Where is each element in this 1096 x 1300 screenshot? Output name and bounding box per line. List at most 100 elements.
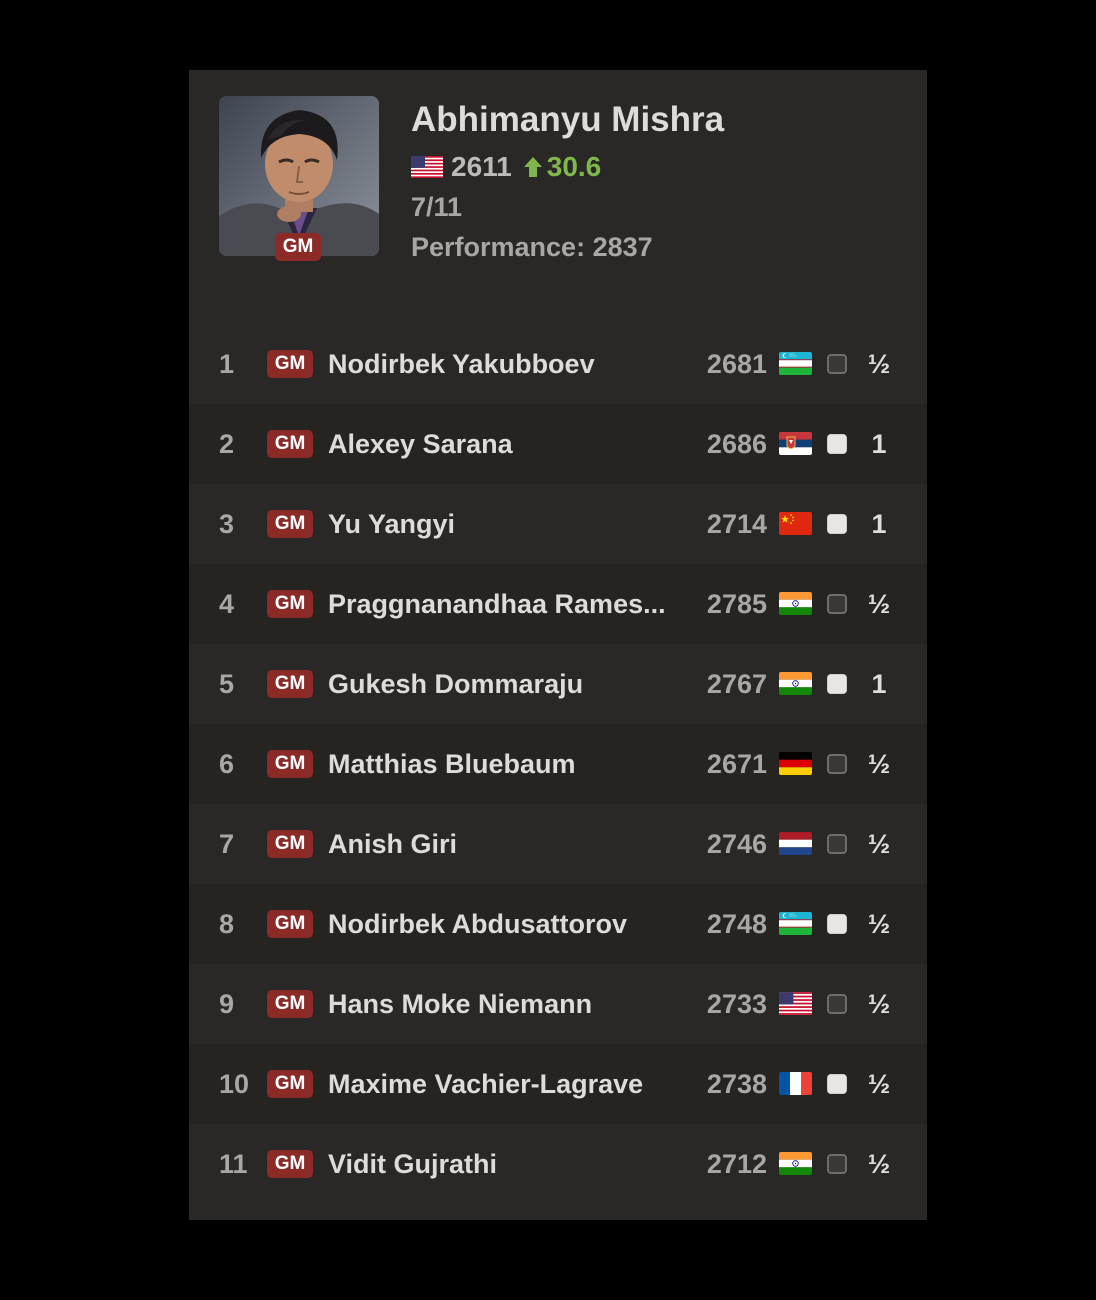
title-badge: GM — [267, 430, 313, 458]
title-badge: GM — [267, 910, 313, 938]
opponent-row[interactable]: 1 GM Nodirbek Yakubboev 2681 ½ — [189, 324, 927, 404]
round-number: 10 — [219, 1069, 250, 1099]
opponent-row[interactable]: 10 GM Maxime Vachier-Lagrave 2738 ½ — [189, 1044, 927, 1124]
serbia-flag-icon — [779, 432, 812, 455]
opponent-rating: 2746 — [706, 829, 767, 859]
opponent-row[interactable]: 2 GM Alexey Sarana 2686 1 — [189, 404, 927, 484]
round-number: 1 — [219, 349, 235, 379]
germany-flag-icon — [779, 752, 812, 775]
title-badge: GM — [267, 510, 313, 538]
opponent-name[interactable]: Anish Giri — [328, 804, 683, 884]
player-score: 7/11 — [411, 192, 463, 222]
title-badge: GM — [267, 590, 313, 618]
opponent-name[interactable]: Praggnanandhaa Rames... — [328, 564, 683, 644]
game-result[interactable]: ½ — [861, 564, 897, 644]
round-number: 8 — [219, 909, 235, 939]
player-performance: Performance: 2837 — [411, 232, 653, 262]
arrow-up-icon — [523, 157, 542, 177]
opponent-rating: 2785 — [706, 589, 767, 619]
opponent-name[interactable]: Matthias Bluebaum — [328, 724, 683, 804]
opponent-rating: 2767 — [706, 669, 767, 699]
round-number: 2 — [219, 429, 235, 459]
opponents-list: 1 GM Nodirbek Yakubboev 2681 ½ 2 GM Alexey Sara… — [189, 324, 927, 1204]
round-number: 6 — [219, 749, 235, 779]
white-pieces-icon — [827, 1074, 847, 1094]
black-pieces-icon — [827, 354, 847, 374]
opponent-rating: 2681 — [706, 349, 767, 379]
opponent-row[interactable]: 7 GM Anish Giri 2746 ½ — [189, 804, 927, 884]
black-pieces-icon — [827, 834, 847, 854]
opponent-name[interactable]: Alexey Sarana — [328, 404, 683, 484]
avatar[interactable] — [219, 96, 379, 256]
title-badge: GM — [267, 1070, 313, 1098]
player-results-card: GM Abhimanyu Mishra 2611 30.6 7/11 Perfo… — [189, 70, 927, 1220]
player-name[interactable]: Abhimanyu Mishra — [411, 100, 724, 140]
player-header: GM Abhimanyu Mishra 2611 30.6 7/11 Perfo… — [189, 70, 927, 340]
opponent-row[interactable]: 8 GM Nodirbek Abdusattorov 2748 ½ — [189, 884, 927, 964]
round-number: 9 — [219, 989, 235, 1019]
opponent-row[interactable]: 4 GM Praggnanandhaa Rames... 2785 ½ — [189, 564, 927, 644]
title-badge: GM — [267, 830, 313, 858]
opponent-row[interactable]: 6 GM Matthias Bluebaum 2671 ½ — [189, 724, 927, 804]
game-result[interactable]: ½ — [861, 1044, 897, 1124]
opponent-name[interactable]: Nodirbek Yakubboev — [328, 324, 683, 404]
title-badge: GM — [267, 350, 313, 378]
india-flag-icon — [779, 592, 812, 615]
opponent-rating: 2714 — [706, 509, 767, 539]
opponent-rating: 2686 — [706, 429, 767, 459]
round-number: 7 — [219, 829, 235, 859]
opponent-rating: 2748 — [706, 909, 767, 939]
opponent-name[interactable]: Vidit Gujrathi — [328, 1124, 683, 1204]
opponent-row[interactable]: 5 GM Gukesh Dommaraju 2767 1 — [189, 644, 927, 724]
title-badge: GM — [267, 670, 313, 698]
us-flag-icon — [411, 156, 443, 178]
white-pieces-icon — [827, 914, 847, 934]
round-number: 5 — [219, 669, 235, 699]
game-result[interactable]: 1 — [861, 644, 897, 724]
rating-change: 30.6 — [522, 151, 602, 183]
china-flag-icon — [779, 512, 812, 535]
opponent-name[interactable]: Gukesh Dommaraju — [328, 644, 683, 724]
india-flag-icon — [779, 1152, 812, 1175]
player-rating: 2611 — [451, 151, 512, 182]
opponent-name[interactable]: Hans Moke Niemann — [328, 964, 683, 1044]
white-pieces-icon — [827, 674, 847, 694]
opponent-rating: 2712 — [706, 1149, 767, 1179]
rating-change-value: 30.6 — [546, 151, 602, 182]
opponent-rating: 2738 — [706, 1069, 767, 1099]
opponent-name[interactable]: Maxime Vachier-Lagrave — [328, 1044, 683, 1124]
opponent-name[interactable]: Yu Yangyi — [328, 484, 683, 564]
opponent-rating: 2671 — [706, 749, 767, 779]
game-result[interactable]: ½ — [861, 804, 897, 884]
avatar-photo — [219, 96, 379, 256]
opponent-row[interactable]: 11 GM Vidit Gujrathi 2712 ½ — [189, 1124, 927, 1204]
black-pieces-icon — [827, 1154, 847, 1174]
game-result[interactable]: 1 — [861, 484, 897, 564]
black-pieces-icon — [827, 594, 847, 614]
black-pieces-icon — [827, 754, 847, 774]
round-number: 4 — [219, 589, 235, 619]
game-result[interactable]: ½ — [861, 324, 897, 404]
game-result[interactable]: ½ — [861, 1124, 897, 1204]
player-rating-line: 2611 30.6 — [411, 150, 601, 184]
uzbekistan-flag-icon — [779, 352, 812, 375]
black-pieces-icon — [827, 994, 847, 1014]
uzbekistan-flag-icon — [779, 912, 812, 935]
white-pieces-icon — [827, 514, 847, 534]
game-result[interactable]: 1 — [861, 404, 897, 484]
opponent-row[interactable]: 3 GM Yu Yangyi 2714 1 — [189, 484, 927, 564]
opponent-name[interactable]: Nodirbek Abdusattorov — [328, 884, 683, 964]
title-badge: GM — [267, 990, 313, 1018]
opponent-row[interactable]: 9 GM Hans Moke Niemann 2733 ½ — [189, 964, 927, 1044]
white-pieces-icon — [827, 434, 847, 454]
india-flag-icon — [779, 672, 812, 695]
game-result[interactable]: ½ — [861, 724, 897, 804]
opponent-rating: 2733 — [706, 989, 767, 1019]
round-number: 3 — [219, 509, 235, 539]
avatar-wrap[interactable]: GM — [219, 96, 379, 261]
game-result[interactable]: ½ — [861, 964, 897, 1044]
us-flag-icon — [779, 992, 812, 1015]
round-number: 11 — [219, 1149, 248, 1179]
france-flag-icon — [779, 1072, 812, 1095]
game-result[interactable]: ½ — [861, 884, 897, 964]
